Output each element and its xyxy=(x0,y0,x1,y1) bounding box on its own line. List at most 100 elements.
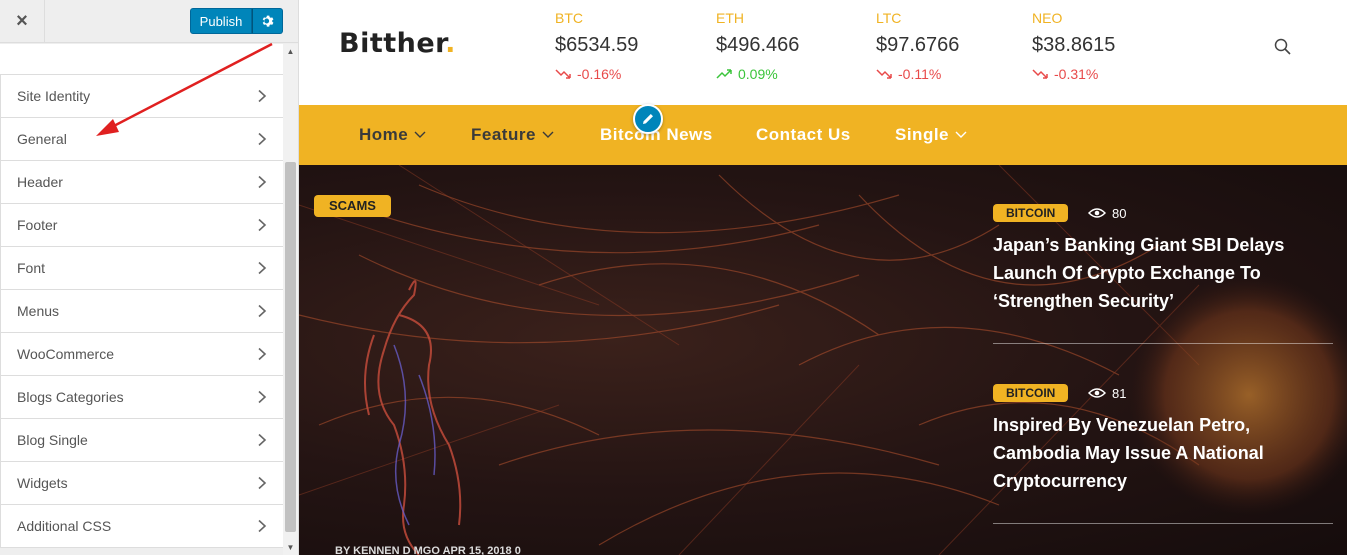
section-label: Footer xyxy=(17,217,58,233)
ticker-change-value: -0.31% xyxy=(1054,66,1099,82)
chevron-right-icon xyxy=(258,89,267,103)
ticker-change: -0.11% xyxy=(876,66,1016,82)
chevron-down-icon xyxy=(955,131,967,138)
customizer-panel-list: Site Identity General Header Footer Font… xyxy=(0,44,283,555)
post-meta: BITCOIN 80 xyxy=(993,203,1333,223)
post-item: BITCOIN 80 Japan’s Banking Giant SBI Del… xyxy=(993,203,1333,315)
chevron-down-icon xyxy=(414,131,426,138)
chevron-right-icon xyxy=(258,261,267,275)
nav-label: Home xyxy=(359,125,409,144)
nav-label: Single xyxy=(895,125,950,144)
section-blogs-categories[interactable]: Blogs Categories xyxy=(0,376,283,419)
hero-byline: BY KENNEN D MGO APR 15, 2018 0 xyxy=(335,545,521,555)
nav-feature[interactable]: Feature xyxy=(471,105,554,165)
section-label: WooCommerce xyxy=(17,346,114,362)
chevron-right-icon xyxy=(258,218,267,232)
post-category-badge[interactable]: BITCOIN xyxy=(993,384,1069,402)
main-navigation: Home Feature Bitcoin News Contact Us Sin… xyxy=(299,105,1347,165)
section-menus[interactable]: Menus xyxy=(0,290,283,333)
chevron-down-icon xyxy=(542,131,554,138)
chevron-right-icon xyxy=(258,347,267,361)
section-general[interactable]: General xyxy=(0,118,283,161)
customizer-info xyxy=(0,44,283,75)
pencil-icon xyxy=(643,114,653,124)
customizer-sidebar: × Publish Site Identity General Header F… xyxy=(0,0,299,555)
section-label: Additional CSS xyxy=(17,518,112,534)
ticker-symbol: LTC xyxy=(876,10,902,26)
trend-down-icon xyxy=(876,69,892,79)
chevron-right-icon xyxy=(258,132,267,146)
post-divider xyxy=(993,343,1333,344)
eye-icon xyxy=(1088,388,1106,398)
ticker-price: $97.6766 xyxy=(876,34,960,56)
chevron-right-icon xyxy=(258,476,267,490)
post-meta: BITCOIN 81 xyxy=(993,383,1333,403)
section-label: Header xyxy=(17,174,63,190)
close-icon: × xyxy=(16,10,28,32)
trend-up-icon xyxy=(716,69,732,79)
section-label: Widgets xyxy=(17,475,68,491)
search-icon[interactable] xyxy=(1273,37,1293,57)
customizer-menu: Site Identity General Header Footer Font… xyxy=(0,75,283,548)
eye-icon xyxy=(1088,208,1106,218)
edit-shortcut-button[interactable] xyxy=(633,104,663,134)
post-title[interactable]: Inspired By Venezuelan Petro, Cambodia M… xyxy=(993,411,1313,495)
post-divider xyxy=(993,523,1333,524)
section-label: Blogs Categories xyxy=(17,389,124,405)
views-count: 80 xyxy=(1112,205,1127,221)
views-count: 81 xyxy=(1112,385,1127,401)
chevron-right-icon xyxy=(258,433,267,447)
section-label: Blog Single xyxy=(17,432,88,448)
section-woocommerce[interactable]: WooCommerce xyxy=(0,333,283,376)
ticker-neo: NEO $38.8615 -0.31% xyxy=(1032,10,1172,82)
customizer-header: × Publish xyxy=(0,0,298,43)
sidebar-scrollbar[interactable]: ▲ ▼ xyxy=(283,44,298,555)
scroll-up-arrow-icon[interactable]: ▲ xyxy=(283,44,298,59)
publish-settings-button[interactable] xyxy=(252,8,283,34)
section-footer[interactable]: Footer xyxy=(0,204,283,247)
ticker-ltc: LTC $97.6766 -0.11% xyxy=(876,10,1016,82)
ticker-symbol: NEO xyxy=(1032,10,1063,26)
ticker-eth: ETH $496.466 0.09% xyxy=(716,10,856,82)
nav-contact-us[interactable]: Contact Us xyxy=(756,105,851,165)
hero-category-badge[interactable]: SCAMS xyxy=(314,195,391,217)
section-label: Site Identity xyxy=(17,88,91,104)
chevron-right-icon xyxy=(258,304,267,318)
ticker-change-value: -0.16% xyxy=(577,66,622,82)
post-views: 81 xyxy=(1088,383,1126,403)
gear-icon xyxy=(262,15,273,27)
scrollbar-thumb[interactable] xyxy=(285,162,296,532)
ticker-change-value: 0.09% xyxy=(738,66,778,82)
scroll-down-arrow-icon[interactable]: ▼ xyxy=(283,540,298,555)
section-blog-single[interactable]: Blog Single xyxy=(0,419,283,462)
trend-down-icon xyxy=(555,69,571,79)
section-font[interactable]: Font xyxy=(0,247,283,290)
ticker-change-value: -0.11% xyxy=(898,66,942,82)
ticker-btc: BTC $6534.59 -0.16% xyxy=(555,10,695,82)
ticker-symbol: ETH xyxy=(716,10,744,26)
chevron-right-icon xyxy=(258,175,267,189)
site-logo[interactable]: Bitther. xyxy=(339,28,456,59)
site-preview: Bitther. BTC $6534.59 -0.16% ETH $496.46… xyxy=(299,0,1347,555)
section-additional-css[interactable]: Additional CSS xyxy=(0,505,283,548)
ticker-price: $38.8615 xyxy=(1032,34,1116,56)
ticker-symbol: BTC xyxy=(555,10,583,26)
nav-label: Feature xyxy=(471,125,536,144)
post-title[interactable]: Japan’s Banking Giant SBI Delays Launch … xyxy=(993,231,1313,315)
section-label: Font xyxy=(17,260,46,276)
section-label: Menus xyxy=(17,303,60,319)
post-category-badge[interactable]: BITCOIN xyxy=(993,204,1069,222)
nav-single[interactable]: Single xyxy=(895,105,967,165)
ticker-change: -0.31% xyxy=(1032,66,1172,82)
section-header[interactable]: Header xyxy=(0,161,283,204)
nav-label: Contact Us xyxy=(756,125,851,144)
close-button[interactable]: × xyxy=(0,0,45,43)
publish-button[interactable]: Publish xyxy=(190,8,252,34)
ticker-change: -0.16% xyxy=(555,66,695,82)
post-item: BITCOIN 81 Inspired By Venezuelan Petro,… xyxy=(993,383,1333,495)
section-widgets[interactable]: Widgets xyxy=(0,462,283,505)
section-site-identity[interactable]: Site Identity xyxy=(0,75,283,118)
chevron-right-icon xyxy=(258,390,267,404)
section-label: General xyxy=(17,131,67,147)
nav-home[interactable]: Home xyxy=(359,105,426,165)
